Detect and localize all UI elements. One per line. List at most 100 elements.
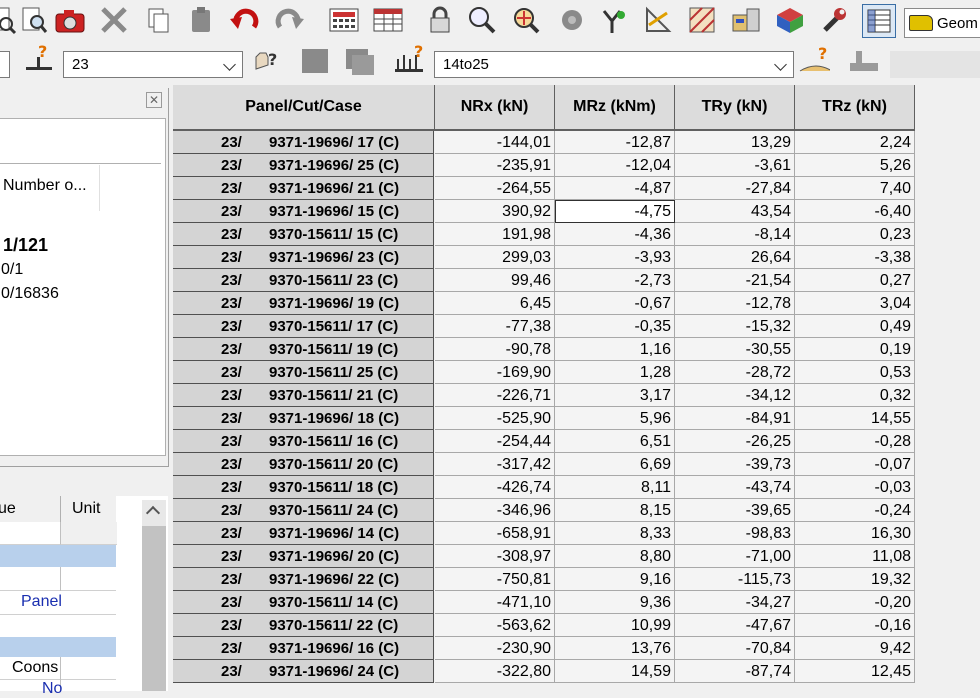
table-row[interactable]: 23/9370-15611/ 22 (C) -563,62 10,99 -47,67-… <box>173 614 915 637</box>
grey-square-icon[interactable] <box>298 44 330 76</box>
try-cell[interactable]: 13,29 <box>675 131 795 154</box>
trz-cell[interactable]: -0,16 <box>795 614 915 637</box>
row-header-cell[interactable]: 23/9371-19696/ 15 (C) <box>173 200 434 223</box>
mrz-cell[interactable]: 6,69 <box>555 453 675 476</box>
table-row[interactable]: 23/9370-15611/ 16 (C) -254,44 6,51 -26,25 -0… <box>173 430 915 453</box>
table-row[interactable]: 23/9371-19696/ 23 (C) 299,03 -3,93 26,64 -3,… <box>173 246 915 269</box>
mrz-cell[interactable]: 13,76 <box>555 637 675 660</box>
trz-cell[interactable]: 3,04 <box>795 292 915 315</box>
nrx-cell[interactable]: 191,98 <box>435 223 555 246</box>
trz-cell[interactable]: 19,32 <box>795 568 915 591</box>
try-cell[interactable]: -39,73 <box>675 453 795 476</box>
row-header-cell[interactable]: 23/9371-19696/ 20 (C) <box>173 545 434 568</box>
table-row[interactable]: 23/9371-19696/ 15 (C) 390,92 -4,75 43,54 -6,… <box>173 200 915 223</box>
nrx-cell[interactable]: 299,03 <box>435 246 555 269</box>
row-header-cell[interactable]: 23/9371-19696/ 19 (C) <box>173 292 434 315</box>
nrx-cell[interactable]: -525,90 <box>435 407 555 430</box>
try-cell[interactable]: -27,84 <box>675 177 795 200</box>
mrz-cell[interactable]: 5,96 <box>555 407 675 430</box>
table-row[interactable]: 23/9371-19696/ 21 (C) -264,55 -4,87 -27,84 7… <box>173 177 915 200</box>
nrx-cell[interactable]: -144,01 <box>435 131 555 154</box>
mrz-cell[interactable]: 8,15 <box>555 499 675 522</box>
nrx-cell[interactable]: -658,91 <box>435 522 555 545</box>
try-cell[interactable]: -43,74 <box>675 476 795 499</box>
table-row[interactable]: 23/9370-15611/ 25 (C) -169,90 1,28 -28,72 0,… <box>173 361 915 384</box>
mrz-cell[interactable]: 9,36 <box>555 591 675 614</box>
try-cell[interactable]: -84,91 <box>675 407 795 430</box>
nrx-cell[interactable]: -226,71 <box>435 384 555 407</box>
property-category-row[interactable] <box>0 545 116 567</box>
trz-cell[interactable]: -0,24 <box>795 499 915 522</box>
column-header-try[interactable]: TRy (kN) <box>675 85 795 131</box>
column-header-mrz[interactable]: MRz (kNm) <box>555 85 675 131</box>
trz-cell[interactable]: 0,32 <box>795 384 915 407</box>
trz-cell[interactable]: -0,07 <box>795 453 915 476</box>
mrz-cell[interactable]: 9,16 <box>555 568 675 591</box>
nrx-cell[interactable]: -169,90 <box>435 361 555 384</box>
undo-icon[interactable] <box>228 4 260 36</box>
property-row[interactable] <box>0 615 116 638</box>
nrx-cell[interactable]: -230,90 <box>435 637 555 660</box>
table-row[interactable]: 23/9370-15611/ 24 (C) -346,96 8,15 -39,65 -0… <box>173 499 915 522</box>
trz-cell[interactable]: -0,03 <box>795 476 915 499</box>
row-header-cell[interactable]: 23/9371-19696/ 18 (C) <box>173 407 434 430</box>
trz-cell[interactable]: 14,55 <box>795 407 915 430</box>
nrx-cell[interactable]: 390,92 <box>435 200 555 223</box>
nrx-cell[interactable]: -750,81 <box>435 568 555 591</box>
row-header-cell[interactable]: 23/9371-19696/ 21 (C) <box>173 177 434 200</box>
table-row[interactable]: 23/9371-19696/ 20 (C) -308,97 8,80 -71,00 11… <box>173 545 915 568</box>
trz-cell[interactable]: 0,23 <box>795 223 915 246</box>
try-cell[interactable]: -98,83 <box>675 522 795 545</box>
table-row[interactable]: 23/9370-15611/ 20 (C) -317,42 6,69 -39,73 -0… <box>173 453 915 476</box>
range-help-icon[interactable]: ? <box>392 43 424 76</box>
table-row[interactable]: 23/9371-19696/ 19 (C) 6,45 -0,67 -12,78 3,04 <box>173 292 915 315</box>
table-row[interactable]: 23/9370-15611/ 21 (C) -226,71 3,17 -34,12 0,… <box>173 384 915 407</box>
try-cell[interactable]: -26,25 <box>675 430 795 453</box>
row-header-cell[interactable]: 23/9370-15611/ 17 (C) <box>173 315 434 338</box>
try-cell[interactable]: -47,67 <box>675 614 795 637</box>
row-header-cell[interactable]: 23/9371-19696/ 25 (C) <box>173 154 434 177</box>
nrx-cell[interactable]: 99,46 <box>435 269 555 292</box>
row-header-cell[interactable]: 23/9371-19696/ 17 (C) <box>173 131 434 154</box>
nrx-cell[interactable]: -77,38 <box>435 315 555 338</box>
trz-cell[interactable]: 12,45 <box>795 660 915 683</box>
mrz-cell[interactable]: 3,17 <box>555 384 675 407</box>
column-header-trz[interactable]: TRz (kN) <box>795 85 915 131</box>
lock-icon[interactable] <box>424 4 456 36</box>
row-header-cell[interactable]: 23/9371-19696/ 14 (C) <box>173 522 434 545</box>
trz-cell[interactable]: 2,24 <box>795 131 915 154</box>
property-category-row[interactable] <box>0 637 116 657</box>
nrx-cell[interactable]: -426,74 <box>435 476 555 499</box>
table-row[interactable]: 23/9370-15611/ 18 (C) -426,74 8,11 -43,74 -0… <box>173 476 915 499</box>
nrx-cell[interactable]: -471,10 <box>435 591 555 614</box>
close-icon[interactable]: ✕ <box>146 92 162 108</box>
mrz-cell[interactable]: 8,33 <box>555 522 675 545</box>
trz-cell[interactable]: -3,38 <box>795 246 915 269</box>
mrz-cell[interactable]: -4,87 <box>555 177 675 200</box>
property-row[interactable] <box>60 522 117 545</box>
case-select[interactable]: 23 <box>63 51 243 78</box>
try-cell[interactable]: -87,74 <box>675 660 795 683</box>
trz-cell[interactable]: -0,20 <box>795 591 915 614</box>
try-cell[interactable]: -8,14 <box>675 223 795 246</box>
row-header-cell[interactable]: 23/9370-15611/ 25 (C) <box>173 361 434 384</box>
try-cell[interactable]: -12,78 <box>675 292 795 315</box>
camera-icon[interactable] <box>54 4 86 36</box>
try-cell[interactable]: -15,32 <box>675 315 795 338</box>
mrz-cell[interactable]: 8,11 <box>555 476 675 499</box>
load-case-help-icon[interactable]: ? <box>22 43 54 76</box>
hatch-icon[interactable] <box>686 4 718 36</box>
table-row[interactable]: 23/9370-15611/ 15 (C) 191,98 -4,36 -8,14 0,2… <box>173 223 915 246</box>
open-document-icon[interactable] <box>0 4 18 36</box>
geometry-dropdown[interactable]: Geom <box>904 8 980 38</box>
table-row[interactable]: 23/9371-19696/ 14 (C) -658,91 8,33 -98,83 16… <box>173 522 915 545</box>
scroll-up-icon[interactable] <box>145 505 161 521</box>
row-header-cell[interactable]: 23/9370-15611/ 22 (C) <box>173 614 434 637</box>
trz-cell[interactable]: -0,28 <box>795 430 915 453</box>
property-row[interactable] <box>0 522 60 545</box>
row-header-cell[interactable]: 23/9370-15611/ 19 (C) <box>173 338 434 361</box>
try-cell[interactable]: -115,73 <box>675 568 795 591</box>
try-cell[interactable]: -70,84 <box>675 637 795 660</box>
table-row[interactable]: 23/9371-19696/ 18 (C) -525,90 5,96 -84,91 14… <box>173 407 915 430</box>
mrz-cell[interactable]: -0,35 <box>555 315 675 338</box>
